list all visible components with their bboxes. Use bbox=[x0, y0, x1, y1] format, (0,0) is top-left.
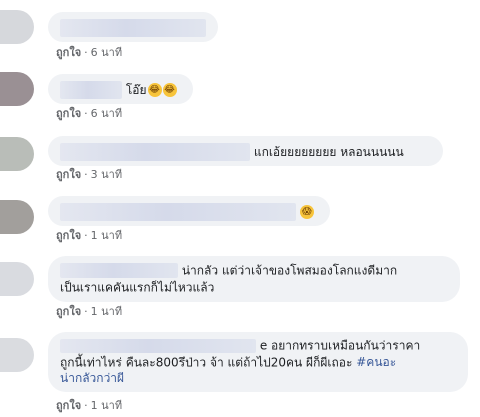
like-link[interactable]: ถูกใจ bbox=[56, 305, 81, 318]
timestamp[interactable]: 1 นาที bbox=[91, 305, 122, 318]
comment-meta: ถูกใจ · 1 นาที bbox=[56, 399, 122, 413]
laugh-emoji-icon: 😂 bbox=[147, 83, 162, 97]
timestamp[interactable]: 1 นาที bbox=[91, 399, 122, 412]
hashtag-link[interactable]: #คนอะ bbox=[356, 355, 396, 369]
timestamp[interactable]: 6 นาที bbox=[91, 46, 122, 59]
comment-bubble: น่ากลัว แต่ว่าเจ้าของโพสมองโลกแงดีมาก เป… bbox=[48, 256, 460, 302]
timestamp[interactable]: 3 นาที bbox=[91, 168, 122, 181]
avatar[interactable] bbox=[0, 10, 34, 44]
comment-text: แกเอ้ยยยยยยยย หลอนนนนน bbox=[253, 145, 404, 159]
comment-bubble: โอ๊ย 😂 😂 bbox=[48, 74, 193, 104]
avatar[interactable] bbox=[0, 338, 34, 372]
like-link[interactable]: ถูกใจ bbox=[56, 168, 81, 181]
comment-meta: ถูกใจ · 3 นาที bbox=[56, 168, 122, 182]
like-link[interactable]: ถูกใจ bbox=[56, 107, 81, 120]
comment-meta: ถูกใจ · 1 นาที bbox=[56, 229, 122, 243]
comment-bubble: 😱 bbox=[48, 196, 330, 226]
like-link[interactable]: ถูกใจ bbox=[56, 46, 81, 59]
comment-text: โอ๊ย bbox=[125, 83, 147, 97]
comment-line: เป็นเราแคคันแรกก็ไม่ไหวแล้ว bbox=[60, 279, 448, 296]
comment-text: เป็นเราแคคันแรกก็ไม่ไหวแล้ว bbox=[60, 280, 215, 294]
comment-meta: ถูกใจ · 1 นาที bbox=[56, 305, 122, 319]
avatar[interactable] bbox=[0, 72, 34, 106]
comment-line: น่ากลัว แต่ว่าเจ้าของโพสมองโลกแงดีมาก bbox=[60, 262, 448, 279]
comment-meta: ถูกใจ · 6 นาที bbox=[56, 107, 122, 121]
hashtag-link-continued[interactable]: น่ากลัวกว่าผี bbox=[60, 371, 124, 385]
separator: · bbox=[84, 229, 88, 242]
avatar[interactable] bbox=[0, 200, 34, 234]
comment-text: ถูกนี้เท่าไหร่ คืนละ800รึป่าว จ้า แต่ถ้า… bbox=[60, 355, 353, 369]
scream-emoji-icon: 😱 bbox=[300, 205, 314, 219]
comment-text: น่ากลัว แต่ว่าเจ้าของโพสมองโลกแงดีมาก bbox=[181, 263, 398, 278]
like-link[interactable]: ถูกใจ bbox=[56, 229, 81, 242]
laugh-emoji-icon: 😂 bbox=[162, 83, 177, 97]
comment-meta: ถูกใจ · 6 นาที bbox=[56, 46, 122, 60]
comment-text: e อยากทราบเหมือนกันว่าราคา bbox=[259, 338, 421, 353]
separator: · bbox=[84, 168, 88, 181]
avatar[interactable] bbox=[0, 262, 34, 296]
avatar[interactable] bbox=[0, 137, 34, 171]
separator: · bbox=[84, 107, 88, 120]
comment-bubble: e อยากทราบเหมือนกันว่าราคา ถูกนี้เท่าไหร… bbox=[48, 332, 468, 392]
comment-bubble bbox=[48, 12, 218, 42]
separator: · bbox=[84, 305, 88, 318]
redacted-name bbox=[60, 263, 178, 278]
comment-line: e อยากทราบเหมือนกันว่าราคา bbox=[60, 337, 456, 354]
redacted-name bbox=[60, 81, 122, 99]
comment-line: น่ากลัวกว่าผี bbox=[60, 370, 456, 386]
comment-bubble: แกเอ้ยยยยยยยย หลอนนนนน bbox=[48, 136, 443, 166]
comment-line: ถูกนี้เท่าไหร่ คืนละ800รึป่าว จ้า แต่ถ้า… bbox=[60, 354, 456, 371]
redacted-name bbox=[60, 203, 296, 221]
redacted-name bbox=[60, 338, 256, 353]
redacted-name bbox=[60, 19, 206, 37]
redacted-name bbox=[60, 143, 250, 161]
like-link[interactable]: ถูกใจ bbox=[56, 399, 81, 412]
separator: · bbox=[84, 399, 88, 412]
timestamp[interactable]: 1 นาที bbox=[91, 229, 122, 242]
timestamp[interactable]: 6 นาที bbox=[91, 107, 122, 120]
separator: · bbox=[84, 46, 88, 59]
